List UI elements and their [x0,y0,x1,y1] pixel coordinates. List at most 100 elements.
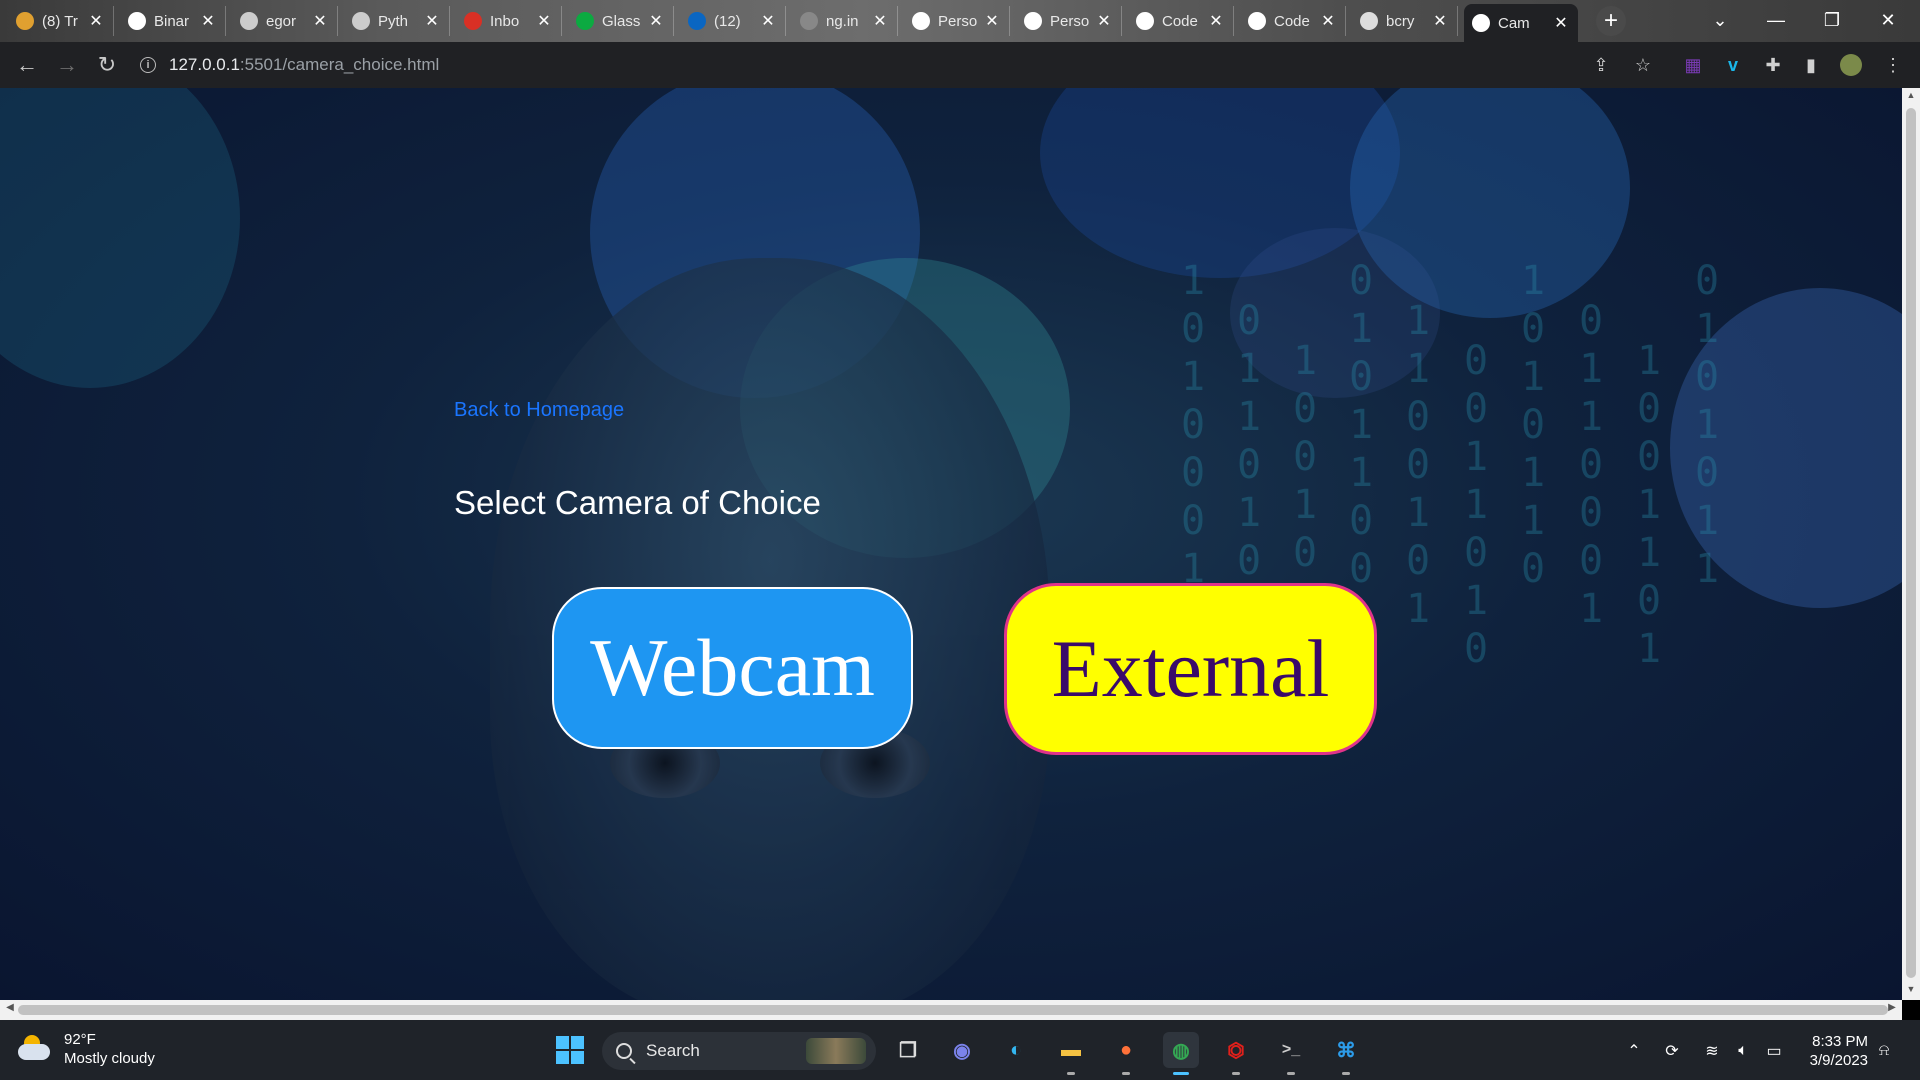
sync-icon[interactable]: ⟳ [1662,1041,1682,1061]
notifications-bell-icon[interactable]: ⍾ [1874,1041,1894,1061]
binary-code-column: 0101011 [1684,258,1730,594]
close-tab-icon[interactable]: ✕ [199,11,217,31]
close-tab-icon[interactable]: ✕ [983,11,1001,31]
binary-code-column: 0011010 [1453,338,1499,674]
acrobat-icon[interactable]: ⏣ [1218,1032,1254,1075]
file-explorer-icon[interactable]: ▬ [1053,1032,1089,1075]
github-icon [352,12,370,30]
binary-code-column: 1010001 [1170,258,1216,594]
battery-icon[interactable]: ▭ [1764,1041,1784,1061]
browser-tab[interactable]: Glass ✕ [568,6,674,36]
gmail-icon [464,12,482,30]
tab-search-icon[interactable]: ⌄ [1692,0,1748,40]
horizontal-scroll-thumb[interactable] [18,1005,1888,1015]
windows-logo-icon [556,1036,584,1064]
close-tab-icon[interactable]: ✕ [647,11,665,31]
site-info-icon[interactable]: i [140,57,156,73]
show-hidden-icons-chevron-icon[interactable]: ⌃ [1624,1041,1644,1061]
vertical-scroll-thumb[interactable] [1906,108,1916,978]
firefox-icon[interactable]: ● [1108,1032,1144,1075]
browser-tab[interactable]: ng.in ✕ [792,6,898,36]
browser-tab[interactable]: Pyth ✕ [344,6,450,36]
teams-chat-icon[interactable]: ◉ [944,1032,980,1068]
volume-icon[interactable]: 🔈︎ [1733,1041,1753,1061]
tab-label: egor [266,12,297,30]
page-title: Select Camera of Choice [454,484,821,521]
taskbar-search-box[interactable]: Search [602,1032,876,1070]
side-panel-icon[interactable]: ▮ [1800,54,1822,76]
close-tab-icon[interactable]: ✕ [1095,11,1113,31]
close-tab-icon[interactable]: ✕ [1431,11,1449,31]
edge-browser-icon[interactable]: ◐ [998,1032,1034,1068]
share-icon[interactable]: ⇪ [1590,54,1612,76]
tab-label: Binar [154,12,190,30]
tab-label: Code [1162,12,1198,30]
forward-arrow-icon[interactable]: → [52,50,82,80]
browser-tab[interactable]: Perso ✕ [904,6,1010,36]
search-icon [616,1043,632,1059]
binary-code-column: 0101100 [1338,258,1384,594]
scroll-right-icon[interactable]: ▶ [1884,1002,1900,1013]
profile-avatar[interactable] [1840,54,1862,76]
scroll-down-icon[interactable]: ▼ [1902,984,1920,1000]
weather-widget[interactable]: 92°F Mostly cloudy [18,1030,155,1068]
browser-tab[interactable]: Cam ✕ [1464,4,1578,42]
clock-time: 8:33 PM [1812,1033,1868,1050]
vscode-icon[interactable]: ⌘ [1328,1032,1364,1075]
webcam-button[interactable]: Webcam [552,587,913,749]
taskbar-search-label: Search [646,1041,700,1060]
windows-start-button[interactable] [552,1032,588,1068]
close-tab-icon[interactable]: ✕ [535,11,553,31]
browser-tab[interactable]: (8) Tr ✕ [8,6,114,36]
browser-tab[interactable]: Inbo ✕ [456,6,562,36]
bookmark-star-icon[interactable]: ☆ [1632,54,1654,76]
close-tab-icon[interactable]: ✕ [1319,11,1337,31]
browser-tab[interactable]: Code ✕ [1240,6,1346,36]
system-clock[interactable]: 8:33 PM 3/9/2023 [1800,1032,1868,1070]
close-tab-icon[interactable]: ✕ [87,11,105,31]
partly-cloudy-icon [18,1035,52,1063]
restore-button[interactable]: ❐ [1804,0,1860,40]
tab-label: ng.in [826,12,859,30]
url-path: :5501/camera_choice.html [239,55,440,74]
extension-grid-icon[interactable]: ▦ [1682,54,1704,76]
vimeo-extension-icon[interactable]: v [1722,54,1744,76]
globe-icon [1024,12,1042,30]
minimize-button[interactable]: — [1748,0,1804,40]
browser-tab[interactable]: (12) ✕ [680,6,786,36]
address-bar[interactable]: i 127.0.0.1:5501/camera_choice.html [140,47,1590,83]
browser-tab[interactable]: bcry ✕ [1352,6,1458,36]
browser-tab[interactable]: Binar ✕ [120,6,226,36]
scroll-up-icon[interactable]: ▲ [1902,90,1920,106]
tab-label: Perso [1050,12,1090,30]
close-tab-icon[interactable]: ✕ [871,11,889,31]
extensions-puzzle-icon[interactable]: ✚ [1762,54,1784,76]
terminal-icon[interactable]: >_ [1273,1032,1309,1075]
close-tab-icon[interactable]: ✕ [1552,13,1570,33]
binary-code-column: 0110001 [1568,298,1614,634]
wifi-icon[interactable]: ≋ [1702,1041,1722,1061]
task-view-icon[interactable]: ❐ [890,1032,926,1068]
reload-icon[interactable]: ↻ [92,50,122,80]
binary-code-column: 1010110 [1510,258,1556,594]
horizontal-scrollbar[interactable]: ◀ ▶ [0,1000,1902,1020]
browser-tab[interactable]: Code ✕ [1128,6,1234,36]
browser-tab[interactable]: egor ✕ [232,6,338,36]
scroll-left-icon[interactable]: ◀ [2,1002,18,1013]
globe-icon [1472,14,1490,32]
new-tab-button[interactable]: + [1596,6,1626,36]
back-arrow-icon[interactable]: ← [12,50,42,80]
external-camera-button[interactable]: External [1004,583,1377,755]
close-tab-icon[interactable]: ✕ [423,11,441,31]
close-tab-icon[interactable]: ✕ [1207,11,1225,31]
close-window-button[interactable]: ✕ [1860,0,1916,40]
back-to-homepage-link[interactable]: Back to Homepage [454,399,624,422]
page-viewport: 1010001 0110101 1001011 0101100 1100101 00110… [0,88,1902,1000]
menu-kebab-icon[interactable]: ⋮ [1882,54,1904,76]
close-tab-icon[interactable]: ✕ [759,11,777,31]
close-tab-icon[interactable]: ✕ [311,11,329,31]
binary-code-column: 1100101 [1395,298,1441,634]
vertical-scrollbar[interactable]: ▲ ▼ [1902,88,1920,1000]
chrome-icon[interactable]: ◍ [1163,1032,1199,1075]
browser-tab[interactable]: Perso ✕ [1016,6,1122,36]
